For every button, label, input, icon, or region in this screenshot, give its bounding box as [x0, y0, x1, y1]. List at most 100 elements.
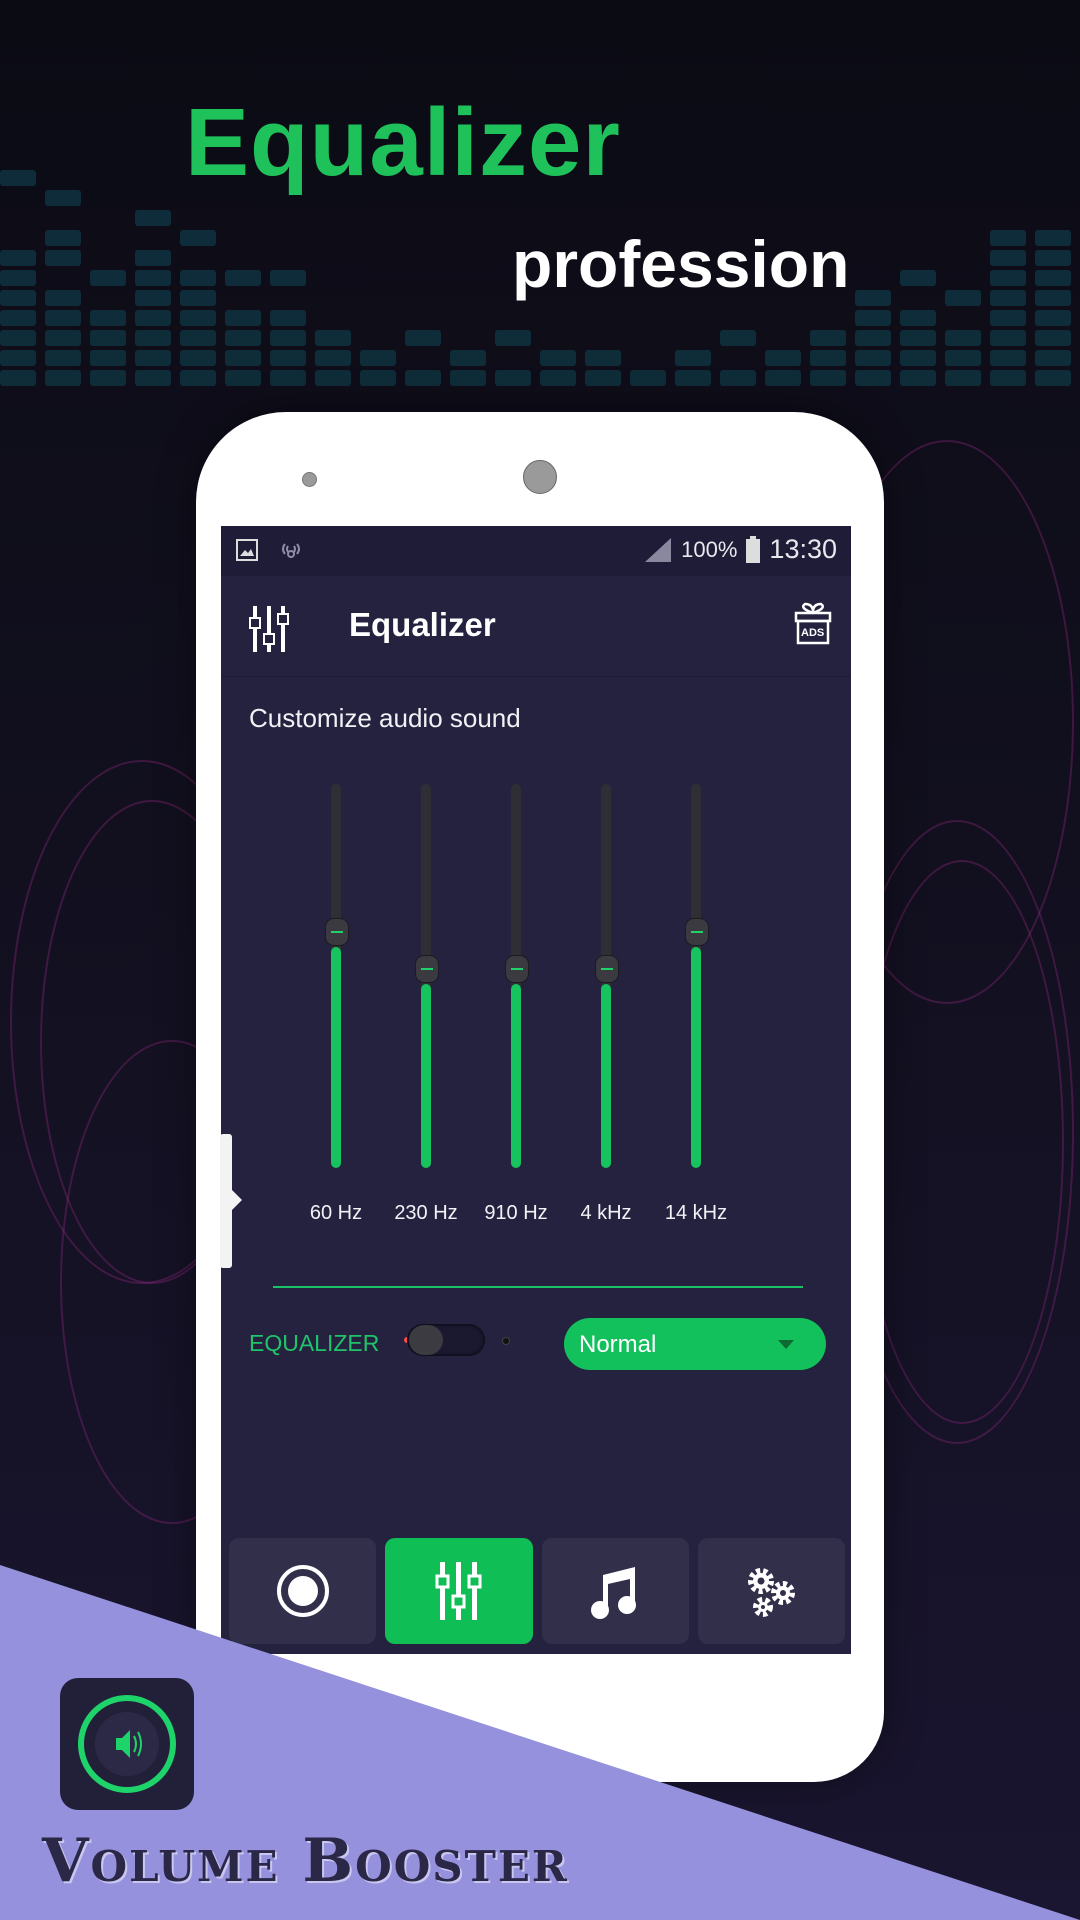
background-bar-block [1035, 310, 1071, 326]
background-bar-block [585, 370, 621, 386]
toggle-knob[interactable] [409, 1325, 443, 1355]
background-bar-block [45, 330, 81, 346]
background-bar-block [135, 210, 171, 226]
eq-slider[interactable] [496, 784, 536, 1184]
eq-slider[interactable] [406, 784, 446, 1184]
background-bar-block [945, 370, 981, 386]
tab-equalizer[interactable] [385, 1538, 533, 1644]
tab-settings[interactable] [697, 1538, 845, 1644]
app-screen: 100% 13:30 Equalizer ADS Customize audio… [221, 526, 851, 1654]
background-bar-block [225, 370, 261, 386]
background-bar-block [810, 370, 846, 386]
sliders-icon[interactable] [249, 606, 289, 652]
equalizer-toggle[interactable] [407, 1324, 485, 1356]
ads-gift-button[interactable]: ADS [793, 600, 833, 646]
background-bar-block [495, 370, 531, 386]
background-bar-block [630, 370, 666, 386]
background-bar-block [1035, 370, 1071, 386]
eq-slider[interactable] [316, 784, 356, 1184]
divider [273, 1286, 803, 1288]
promo-headline: Equalizer [185, 89, 621, 196]
background-bar-block [1035, 290, 1071, 306]
background-bar-block [270, 370, 306, 386]
slider-fill [511, 984, 521, 1168]
background-bar-block [45, 370, 81, 386]
background-bar-block [180, 270, 216, 286]
slider-thumb[interactable] [685, 918, 709, 947]
background-bar-block [945, 330, 981, 346]
chevron-right-icon [230, 1188, 242, 1212]
background-bar-block [810, 350, 846, 366]
app-logo [60, 1678, 194, 1810]
eq-slider[interactable] [586, 784, 626, 1184]
phone-frame: 100% 13:30 Equalizer ADS Customize audio… [196, 412, 884, 1782]
background-bar-block [855, 350, 891, 366]
preset-dropdown[interactable]: Normal [564, 1318, 826, 1370]
clock: 13:30 [769, 534, 837, 564]
background-bar-block [90, 310, 126, 326]
background-bar-block [135, 310, 171, 326]
background-bar-block [0, 290, 36, 306]
background-bar-block [0, 330, 36, 346]
app-title: Equalizer [349, 606, 496, 643]
tab-music[interactable] [541, 1538, 689, 1644]
background-bar-block [900, 350, 936, 366]
background-bar-block [225, 270, 261, 286]
frequency-label: 230 Hz [394, 1202, 458, 1224]
ads-label: ADS [801, 627, 825, 639]
background-bar-block [1035, 350, 1071, 366]
background-bar-block [45, 290, 81, 306]
eq-slider[interactable] [676, 784, 716, 1184]
chevron-down-icon [778, 1340, 794, 1349]
background-bar-block [0, 310, 36, 326]
background-bar-block [990, 370, 1026, 386]
record-circle-icon [276, 1565, 329, 1617]
slider-thumb[interactable] [505, 955, 529, 983]
background-bar-block [900, 370, 936, 386]
background-bar-block [360, 370, 396, 386]
slider-fill [421, 984, 431, 1168]
background-bar-block [1035, 230, 1071, 246]
slider-fill [331, 947, 341, 1168]
background-bar-block [675, 370, 711, 386]
sliders-icon [435, 1562, 482, 1620]
background-bar-block [45, 350, 81, 366]
background-bar-block [675, 350, 711, 366]
battery-icon [746, 535, 761, 563]
background-bar-block [990, 290, 1026, 306]
background-bar-block [855, 310, 891, 326]
background-bar-block [180, 230, 216, 246]
screen-subtitle: Customize audio sound [249, 703, 521, 733]
slider-fill [601, 984, 611, 1168]
background-bar-block [135, 330, 171, 346]
background-bar-block [450, 350, 486, 366]
background-bar-block [990, 310, 1026, 326]
battery-percent: 100% [681, 536, 738, 562]
frequency-label: 910 Hz [484, 1202, 548, 1224]
background-bar-block [225, 330, 261, 346]
background-bar-block [990, 270, 1026, 286]
gift-ads-icon [794, 602, 832, 645]
background-bar-block [540, 370, 576, 386]
frequency-label: 14 kHz [664, 1202, 728, 1224]
equalizer-toggle-label: EQUALIZER [249, 1330, 380, 1356]
background-bar-block [1035, 250, 1071, 266]
background-bar-block [45, 190, 81, 206]
background-bar-block [180, 330, 216, 346]
background-bar-block [0, 270, 36, 286]
slider-thumb[interactable] [595, 955, 619, 983]
background-bar-block [270, 270, 306, 286]
background-bar-block [990, 250, 1026, 266]
preset-selected: Normal [579, 1331, 657, 1358]
music-note-icon [591, 1567, 637, 1619]
background-bar-block [225, 310, 261, 326]
background-bar-block [450, 370, 486, 386]
background-bar-block [720, 330, 756, 346]
background-bar-block [180, 370, 216, 386]
toggle-on-indicator [502, 1337, 510, 1345]
background-bar-block [1035, 270, 1071, 286]
slider-thumb[interactable] [325, 918, 349, 947]
slider-thumb[interactable] [415, 955, 439, 983]
tab-volume[interactable] [229, 1538, 377, 1644]
background-bar-block [945, 290, 981, 306]
